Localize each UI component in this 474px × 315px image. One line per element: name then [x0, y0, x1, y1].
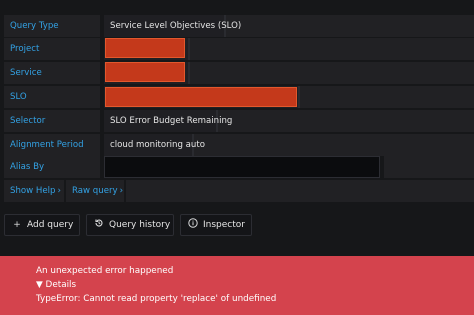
error-message: TypeError: Cannot read property 'replace…	[36, 294, 277, 304]
selector-select[interactable]: SLO Error Budget Remaining	[104, 110, 232, 132]
details-toggle[interactable]: ▼ Details	[36, 280, 76, 290]
query-history-label: Query history	[109, 220, 171, 230]
project-select[interactable]	[104, 38, 190, 60]
redacted-slo-value	[105, 87, 297, 107]
project-label: Project	[4, 38, 100, 60]
error-title: An unexpected error happened	[36, 266, 174, 276]
inspector-button[interactable]: Inspector	[180, 214, 252, 236]
slo-select[interactable]	[104, 86, 300, 108]
chevron-right-icon: ›	[57, 186, 61, 196]
alignment-period-select[interactable]: cloud monitoring auto	[104, 134, 205, 156]
add-query-label: Add query	[27, 220, 74, 230]
help-row: Show Help › Raw query ›	[4, 180, 474, 202]
chevron-right-icon: ›	[119, 186, 124, 196]
service-label: Service	[4, 62, 100, 84]
service-row: Service	[4, 62, 474, 84]
query-type-label: Query Type	[4, 15, 100, 37]
query-type-select[interactable]: Service Level Objectives (SLO)	[104, 15, 241, 37]
query-type-row: Query Type Service Level Objectives (SLO…	[4, 15, 474, 37]
query-history-button[interactable]: Query history	[86, 214, 174, 236]
show-help-label: Show Help	[10, 186, 56, 196]
raw-query-label: Raw query	[72, 186, 118, 196]
info-icon	[187, 215, 199, 235]
alias-by-input[interactable]	[104, 156, 380, 178]
alias-by-row: Alias By	[4, 156, 474, 178]
project-row: Project	[4, 38, 474, 60]
query-editor: Query Type Service Level Objectives (SLO…	[0, 0, 474, 245]
show-help-button[interactable]: Show Help ›	[4, 180, 64, 202]
selector-label: Selector	[4, 110, 100, 132]
slo-row: SLO	[4, 86, 474, 108]
history-icon	[93, 215, 105, 235]
add-query-button[interactable]: + Add query	[4, 214, 80, 236]
slo-label: SLO	[4, 86, 100, 108]
alignment-period-label: Alignment Period	[4, 134, 100, 156]
alignment-period-row: Alignment Period cloud monitoring auto	[4, 134, 474, 156]
alias-by-label: Alias By	[4, 156, 100, 178]
plus-icon: +	[13, 220, 21, 230]
error-panel: An unexpected error happened ▼ Details T…	[0, 256, 474, 315]
redacted-service-value	[105, 62, 185, 82]
raw-query-button[interactable]: Raw query ›	[66, 180, 124, 202]
service-select[interactable]	[104, 62, 190, 84]
inspector-label: Inspector	[203, 220, 245, 230]
selector-row: Selector SLO Error Budget Remaining	[4, 110, 474, 132]
redacted-project-value	[105, 38, 185, 58]
